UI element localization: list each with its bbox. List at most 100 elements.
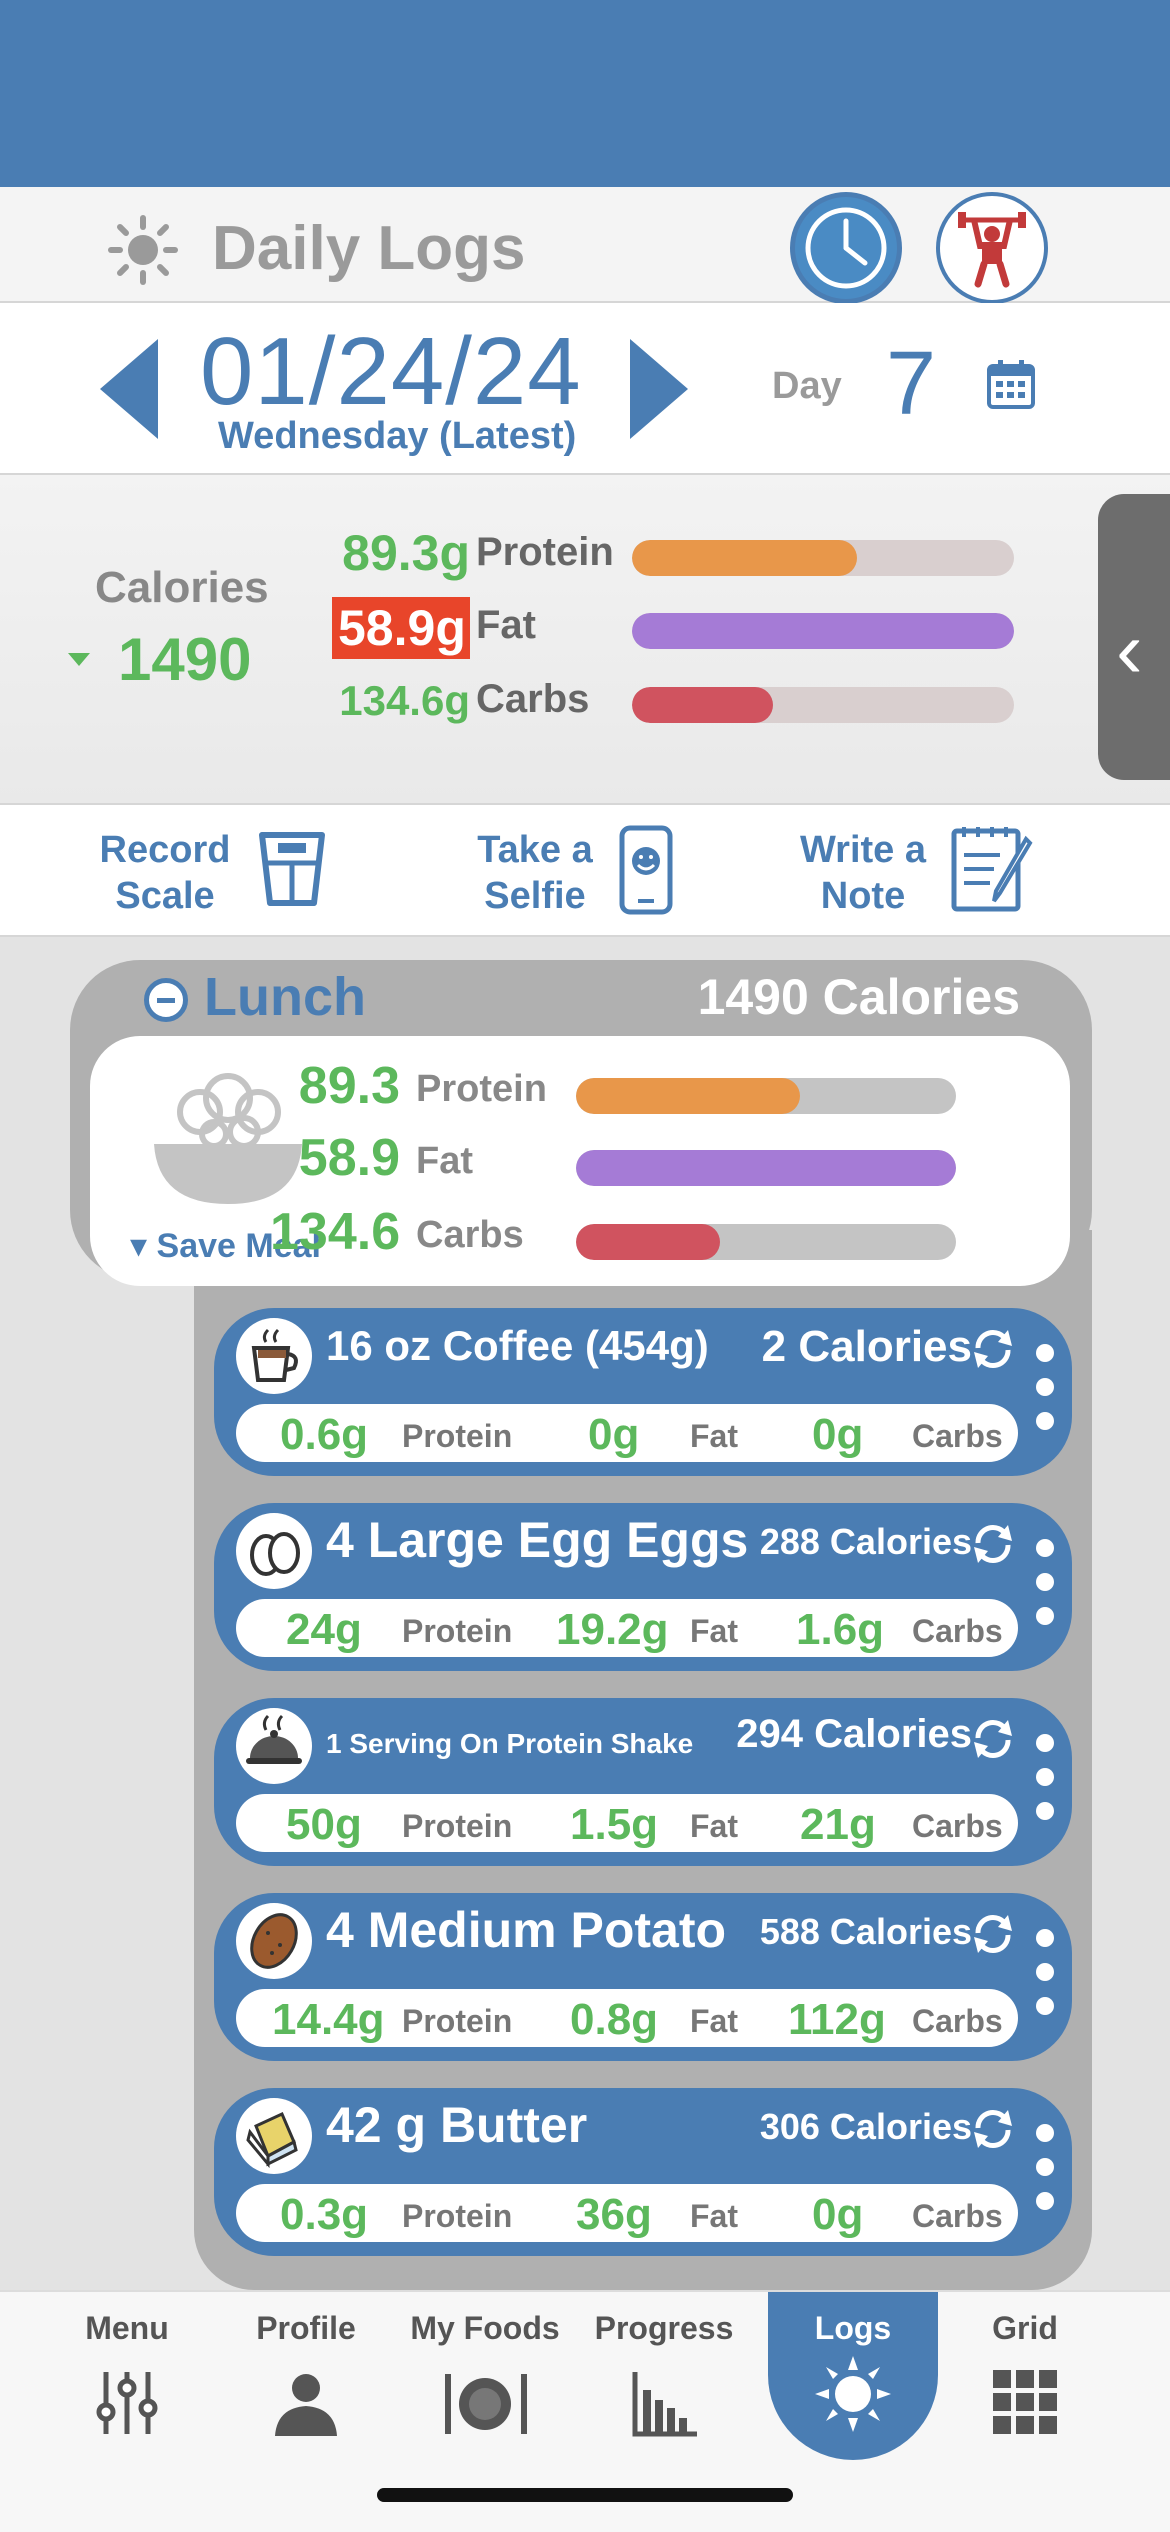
collapse-meal-icon[interactable] [144, 978, 188, 1022]
food-protein-value: 0.3g [280, 2190, 369, 2239]
side-drawer-tab[interactable]: ‹ [1098, 494, 1170, 780]
food-protein-label: Protein [402, 1613, 513, 1649]
record-scale-button[interactable]: Record Scale [90, 823, 340, 923]
current-date[interactable]: 01/24/24 [200, 317, 582, 427]
food-fat-value: 0g [588, 1410, 640, 1459]
food-macros: 0.3g Protein 36g Fat 0g Carbs [236, 2184, 1018, 2242]
food-item[interactable]: 1 Serving On Protein Shake 294 Calories … [214, 1698, 1072, 1866]
plate-icon [445, 2374, 527, 2434]
butter-icon [236, 2098, 312, 2174]
swap-icon[interactable] [970, 1911, 1016, 1957]
food-calories: 294 Calories [736, 1712, 972, 1756]
status-bar [0, 0, 1170, 187]
workout-button[interactable] [936, 192, 1048, 304]
tab-menu[interactable]: Menu [42, 2310, 212, 2470]
more-options-icon[interactable] [1036, 1344, 1056, 1444]
swap-icon[interactable] [970, 2106, 1016, 2152]
food-calories: 306 Calories [759, 2106, 972, 2147]
food-item[interactable]: 4 Medium Potato 588 Calories 14.4g Prote… [214, 1893, 1072, 2061]
chevron-left-icon: ‹ [1116, 605, 1143, 694]
egg-icon [236, 1513, 312, 1589]
meal-fat-row: 58.9 Fat [270, 1128, 990, 1190]
food-protein-label: Protein [402, 1418, 513, 1454]
food-calories: 288 Calories [759, 1521, 972, 1562]
food-protein-value: 24g [286, 1605, 362, 1654]
day-number: 7 [886, 334, 937, 434]
tab-my-foods-label: My Foods [410, 2310, 560, 2346]
weekday-label: Wednesday (Latest) [218, 415, 577, 457]
carbs-bar [632, 687, 1014, 723]
next-day-arrow-icon[interactable] [628, 339, 688, 439]
meal-protein-value: 89.3 [298, 1057, 400, 1115]
food-carbs-value: 0g [812, 1410, 864, 1459]
person-icon [275, 2374, 337, 2436]
food-carbs-value: 21g [800, 1800, 876, 1849]
meal-carbs-row: 134.6 Carbs [270, 1202, 990, 1264]
food-carbs-label: Carbs [912, 1418, 1003, 1454]
weightlifter-icon [958, 212, 1026, 288]
food-name: 4 Large Egg Eggs [326, 1512, 749, 1568]
meal-macros-panel: ▾ Save Meal 89.3 Protein 58.9 Fat 134.6 … [90, 1036, 1070, 1286]
food-macros: 50g Protein 1.5g Fat 21g Carbs [236, 1794, 1018, 1852]
food-fat-value: 36g [576, 2190, 652, 2239]
food-fat-value: 1.5g [570, 1800, 659, 1849]
fat-label: Fat [476, 603, 536, 647]
food-fat-label: Fat [690, 2003, 738, 2039]
clock-button[interactable] [790, 192, 902, 304]
write-note-label: Write a Note [799, 829, 926, 917]
protein-value: 89.3g [342, 525, 470, 581]
meal-name[interactable]: Lunch [204, 966, 366, 1028]
previous-day-arrow-icon[interactable] [100, 339, 160, 439]
food-carbs-label: Carbs [912, 1613, 1003, 1649]
more-options-icon[interactable] [1036, 1929, 1056, 2029]
food-fat-label: Fat [690, 1418, 738, 1454]
food-item[interactable]: 42 g Butter 306 Calories 0.3g Protein 36… [214, 2088, 1072, 2256]
meal-total-calories: 1490 Calories [697, 969, 1020, 1025]
caret-down-icon[interactable] [68, 653, 90, 666]
food-fat-label: Fat [690, 2198, 738, 2234]
food-item[interactable]: 4 Large Egg Eggs 288 Calories 24g Protei… [214, 1503, 1072, 1671]
swap-icon[interactable] [970, 1716, 1016, 1762]
more-options-icon[interactable] [1036, 2124, 1056, 2224]
date-navigator: 01/24/24 Wednesday (Latest) Day 7 [0, 303, 1170, 475]
fat-value: 58.9g [332, 597, 470, 659]
more-options-icon[interactable] [1036, 1539, 1056, 1639]
fat-bar [632, 613, 1014, 649]
calendar-icon[interactable] [986, 358, 1036, 410]
calories-label: Calories [95, 563, 269, 612]
food-item[interactable]: 16 oz Coffee (454g) 2 Calories 0.6g Prot… [214, 1308, 1072, 1476]
tab-grid[interactable]: Grid [940, 2310, 1110, 2470]
meal-fat-bar [576, 1150, 956, 1186]
tab-profile-label: Profile [256, 2310, 356, 2346]
title-bar: Daily Logs [0, 187, 1170, 304]
food-name: 16 oz Coffee (454g) [326, 1322, 709, 1369]
record-scale-label: Record Scale [99, 829, 231, 917]
tab-progress-label: Progress [594, 2310, 734, 2346]
write-note-button[interactable]: Write a Note [790, 823, 1050, 923]
quick-actions: Record Scale Take a Selfie Write a Note [0, 805, 1170, 937]
tab-progress[interactable]: Progress [579, 2310, 749, 2470]
tab-profile[interactable]: Profile [221, 2310, 391, 2470]
food-protein-label: Protein [402, 2003, 513, 2039]
daily-summary: Calories 1490 89.3g Protein 58.9g Fat 13… [0, 475, 1170, 805]
food-name: 4 Medium Potato [326, 1902, 727, 1958]
swap-icon[interactable] [970, 1326, 1016, 1372]
food-calories: 2 Calories [761, 1322, 972, 1371]
food-carbs-value: 0g [812, 2190, 864, 2239]
phone-selfie-icon [619, 825, 673, 915]
more-options-icon[interactable] [1036, 1734, 1056, 1834]
grid-icon [993, 2370, 1057, 2434]
take-selfie-button[interactable]: Take a Selfie [462, 823, 692, 923]
protein-bar [632, 540, 1014, 576]
tab-my-foods[interactable]: My Foods [400, 2310, 570, 2470]
food-protein-value: 14.4g [272, 1995, 385, 2044]
day-label: Day [772, 365, 842, 407]
tab-logs[interactable]: Logs [768, 2292, 938, 2460]
take-selfie-label: Take a Selfie [477, 829, 593, 917]
scale-icon [259, 832, 325, 906]
chart-icon [632, 2372, 697, 2437]
home-indicator [377, 2488, 793, 2502]
meal-protein-row: 89.3 Protein [270, 1056, 990, 1118]
swap-icon[interactable] [970, 1521, 1016, 1567]
meal-fat-label: Fat [416, 1140, 473, 1182]
